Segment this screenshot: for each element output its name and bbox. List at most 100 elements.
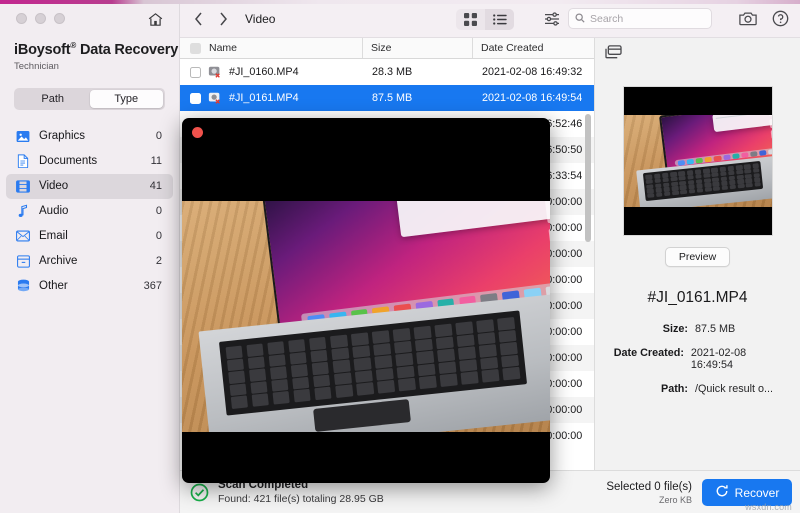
row-date: 2021-02-08 16:49:54 [472, 92, 594, 104]
sidebar-item-count: 0 [156, 130, 162, 142]
laptop-scene-video [182, 201, 550, 432]
column-label-name: Name [209, 42, 237, 54]
row-name-cell: #JI_0160.MP4 [180, 65, 362, 79]
toolbar-right-actions [738, 9, 790, 28]
zoom-window-button[interactable] [54, 13, 65, 24]
navigation-arrows [192, 11, 229, 27]
row-date: 2021-02-08 16:49:32 [472, 66, 594, 78]
question-circle-icon[interactable] [771, 9, 790, 28]
selected-files-label: Selected 0 file(s) [606, 481, 692, 493]
sidebar-item-count: 11 [151, 155, 162, 167]
laptop-scene-thumb [624, 115, 772, 207]
recover-button-label: Recover [735, 486, 780, 500]
video-icon [16, 179, 30, 193]
sidebar-item-label: Archive [39, 255, 147, 267]
file-info-pane: Preview #JI_0161.MP4 Size: 87.5 MB Date … [595, 38, 800, 470]
search-input[interactable]: Search [568, 8, 712, 29]
app-title: iBoysoft® Data Recovery [14, 41, 179, 58]
select-all-checkbox[interactable] [190, 43, 201, 54]
thumbnail-frame [624, 115, 772, 207]
close-dot-icon[interactable] [192, 127, 203, 138]
info-field-date-created: Date Created: 2021-02-08 16:49:54 [609, 347, 786, 371]
sidebar-item-label: Audio [39, 205, 147, 217]
envelope-icon [16, 229, 30, 243]
column-header-date[interactable]: Date Created [472, 38, 594, 58]
info-field-size: Size: 87.5 MB [609, 323, 786, 335]
selected-size-label: Zero KB [606, 495, 692, 505]
sidebar-item-audio[interactable]: Audio 0 [6, 199, 173, 224]
music-icon [16, 204, 30, 218]
sliders-icon[interactable] [542, 10, 562, 28]
info-filename: #JI_0161.MP4 [648, 289, 748, 307]
file-thumbnail [624, 87, 772, 235]
video-file-icon [208, 91, 222, 105]
chevron-left-icon[interactable] [192, 11, 204, 27]
chevron-right-icon[interactable] [217, 11, 229, 27]
file-list-scrollbar[interactable] [585, 114, 591, 242]
sidebar-item-count: 367 [144, 280, 162, 292]
row-checkbox[interactable] [190, 93, 201, 104]
close-window-button[interactable] [16, 13, 27, 24]
row-filename: #JI_0160.MP4 [229, 66, 299, 78]
file-list-header: Name Size Date Created [180, 38, 594, 59]
brand-block: iBoysoft® Data Recovery Technician [0, 24, 179, 72]
sidebar-item-label: Video [39, 180, 141, 192]
sidebar-item-archive[interactable]: Archive 2 [6, 249, 173, 274]
table-row[interactable]: #JI_0160.MP4 28.3 MB 2021-02-08 16:49:32 [180, 59, 594, 85]
scan-status-detail: Found: 421 file(s) totaling 28.95 GB [218, 493, 384, 505]
sidebar-item-count: 41 [150, 180, 162, 192]
info-fields: Size: 87.5 MB Date Created: 2021-02-08 1… [595, 323, 800, 407]
row-name-cell: #JI_0161.MP4 [180, 91, 362, 105]
brand-product: Data Recovery [76, 42, 178, 58]
info-field-value: 87.5 MB [695, 323, 735, 335]
minimize-window-button[interactable] [35, 13, 46, 24]
sidebar-item-graphics[interactable]: Graphics 0 [6, 124, 173, 149]
grid-icon[interactable] [456, 9, 485, 30]
info-field-value: 2021-02-08 16:49:54 [691, 347, 786, 371]
home-icon[interactable] [145, 9, 165, 29]
row-size: 28.3 MB [362, 66, 472, 78]
segment-type[interactable]: Type [90, 90, 164, 108]
sidebar-item-documents[interactable]: Documents 11 [6, 149, 173, 174]
sidebar-item-count: 2 [156, 255, 162, 267]
info-field-key: Path: [609, 383, 695, 395]
info-field-key: Date Created: [609, 347, 691, 371]
sidebar-item-label: Other [39, 280, 135, 292]
category-list: Graphics 0 Documents 11 Video 41 [0, 124, 179, 299]
search-placeholder: Search [590, 13, 623, 25]
brand-name: iBoysoft [14, 42, 70, 58]
database-icon [16, 279, 30, 293]
app-edition: Technician [14, 61, 179, 72]
table-row[interactable]: #JI_0161.MP4 87.5 MB 2021-02-08 16:49:54 [180, 85, 594, 111]
camera-icon[interactable] [738, 9, 757, 28]
sidebar: iBoysoft® Data Recovery Technician Path … [0, 0, 180, 513]
row-size: 87.5 MB [362, 92, 472, 104]
watermark: wsxdn.com [745, 502, 792, 512]
refresh-icon [715, 484, 729, 501]
sidebar-item-video[interactable]: Video 41 [6, 174, 173, 199]
row-filename: #JI_0161.MP4 [229, 92, 299, 104]
sidebar-item-label: Email [39, 230, 147, 242]
column-header-name[interactable]: Name [180, 42, 362, 54]
breadcrumb: Video [245, 12, 275, 26]
sidebar-item-other[interactable]: Other 367 [6, 274, 173, 299]
image-icon [16, 129, 30, 143]
document-icon [16, 154, 30, 168]
video-player-window[interactable] [182, 118, 550, 483]
sidebar-item-email[interactable]: Email 0 [6, 224, 173, 249]
search-icon [575, 10, 585, 28]
info-field-key: Size: [609, 323, 695, 335]
panel-toggle-icon[interactable] [605, 44, 623, 62]
preview-button[interactable]: Preview [665, 247, 730, 267]
column-header-size[interactable]: Size [362, 38, 472, 58]
list-icon[interactable] [485, 9, 514, 30]
video-frame [182, 201, 550, 432]
sidebar-item-count: 0 [156, 230, 162, 242]
path-type-segmented-control[interactable]: Path Type [14, 88, 165, 110]
row-checkbox[interactable] [190, 67, 201, 78]
view-mode-toggle[interactable] [456, 9, 514, 30]
toolbar: Video Search [180, 0, 800, 38]
check-circle-icon [190, 483, 209, 502]
segment-path[interactable]: Path [16, 90, 90, 108]
selection-summary: Selected 0 file(s) Zero KB [606, 481, 692, 505]
